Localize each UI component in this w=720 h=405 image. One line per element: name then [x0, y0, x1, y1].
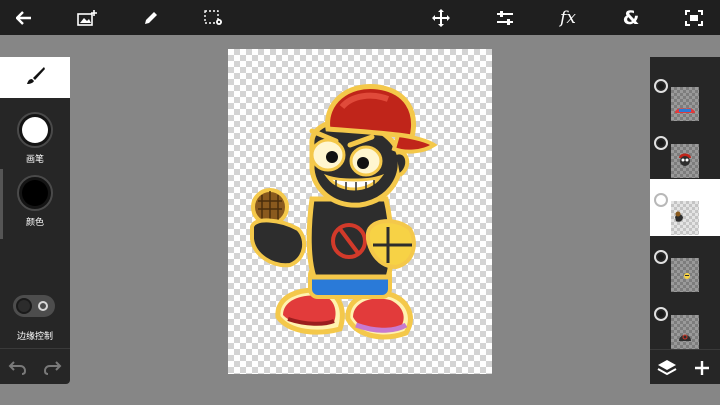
- layer-item[interactable]: [650, 122, 720, 179]
- layers-panel: [650, 57, 720, 384]
- layer-thumbnail: [671, 201, 699, 235]
- sliders-icon[interactable]: [487, 0, 523, 35]
- layer-visibility-toggle[interactable]: [654, 193, 668, 207]
- brush-icon: [24, 65, 46, 91]
- tool-options-panel: 画笔 颜色 边缘控制: [0, 57, 70, 384]
- layers-actions-bar: [650, 349, 720, 384]
- brush-swatch: [22, 117, 48, 143]
- color-label: 颜色: [25, 218, 44, 228]
- toggle-ring: [38, 301, 48, 311]
- layer-item-active[interactable]: [650, 179, 720, 236]
- layers-icon[interactable]: [655, 356, 679, 380]
- layer-visibility-toggle[interactable]: [654, 136, 668, 150]
- toggle-knob: [16, 298, 32, 314]
- effects-button[interactable]: fx: [550, 0, 586, 35]
- image-add-icon[interactable]: [69, 0, 105, 35]
- brush-tool-tab[interactable]: [0, 57, 70, 98]
- color-button[interactable]: [17, 175, 53, 211]
- fit-screen-icon[interactable]: [676, 0, 712, 35]
- selection-settings-icon[interactable]: [196, 0, 232, 35]
- plus-icon[interactable]: [690, 356, 714, 380]
- layer-item[interactable]: [650, 293, 720, 350]
- pen-icon[interactable]: [133, 0, 169, 35]
- character-artwork: [250, 84, 438, 340]
- layer-item[interactable]: [650, 236, 720, 293]
- undo-icon[interactable]: [6, 355, 30, 379]
- layer-visibility-toggle[interactable]: [654, 250, 668, 264]
- blend-label: &: [622, 6, 640, 29]
- top-toolbar: fx &: [0, 0, 720, 35]
- brush-label: 画笔: [25, 155, 44, 165]
- edge-control-toggle[interactable]: [13, 295, 55, 317]
- redo-icon[interactable]: [40, 355, 64, 379]
- selection-marker: [0, 169, 3, 239]
- layer-thumbnail: [671, 315, 699, 349]
- brush-button[interactable]: [17, 112, 53, 148]
- layer-visibility-toggle[interactable]: [654, 79, 668, 93]
- effects-label: fx: [560, 7, 576, 28]
- layer-thumbnail: [671, 87, 699, 121]
- layer-thumbnail: [671, 258, 699, 292]
- move-icon[interactable]: [423, 0, 459, 35]
- divider: [0, 348, 70, 349]
- layer-thumbnail: [671, 144, 699, 178]
- color-swatch: [22, 180, 48, 206]
- drawing-canvas[interactable]: [228, 49, 492, 374]
- back-arrow-icon[interactable]: [6, 0, 42, 35]
- layer-visibility-toggle[interactable]: [654, 307, 668, 321]
- layer-item[interactable]: [650, 65, 720, 122]
- blend-button[interactable]: &: [613, 0, 649, 35]
- edge-control-label: 边缘控制: [16, 332, 53, 342]
